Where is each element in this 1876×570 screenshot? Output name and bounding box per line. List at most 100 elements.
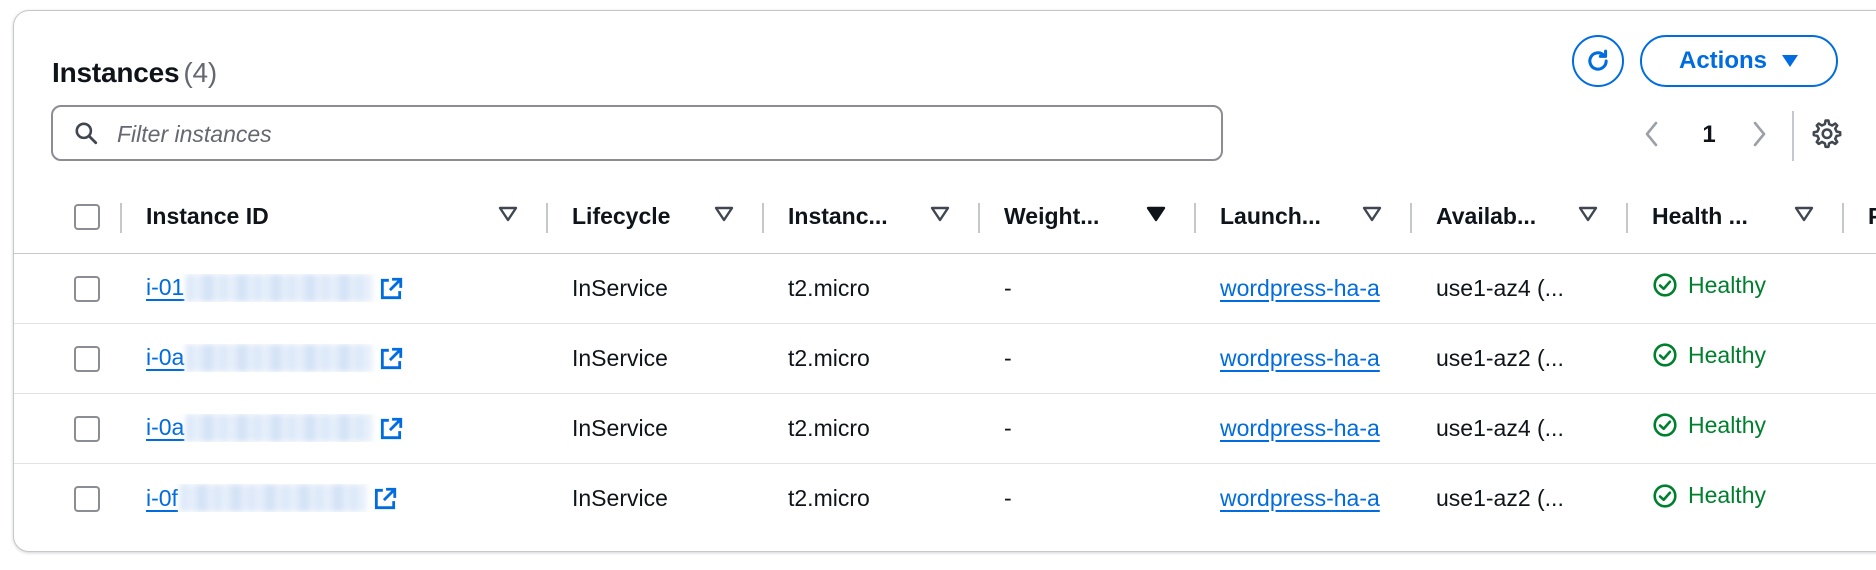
- availability-cell: use1-az2 (...: [1412, 323, 1628, 394]
- redacted-id: [186, 343, 373, 372]
- panel-title: Instances (4): [52, 57, 217, 89]
- instance-id-link[interactable]: i-0a: [146, 343, 376, 372]
- pager-divider: [1792, 111, 1794, 161]
- horizontal-scrollbar[interactable]: [38, 551, 1678, 552]
- instances-panel: Instances(4) Actions 1: [13, 10, 1876, 552]
- lifecycle-cell: InService: [548, 393, 764, 464]
- table-header-row: Instance ID Lifecycle Instanc... Weight.…: [14, 181, 1876, 254]
- search-icon: [75, 122, 98, 145]
- availability-cell: use1-az2 (...: [1436, 484, 1564, 511]
- health-status: Healthy: [1652, 342, 1766, 369]
- launch-template-link[interactable]: wordpress-ha-a: [1220, 345, 1380, 371]
- health-cell: Healthy: [1628, 463, 1844, 533]
- external-link-icon[interactable]: [378, 416, 404, 442]
- external-link-icon[interactable]: [378, 276, 404, 302]
- health-text: Healthy: [1688, 271, 1766, 298]
- check-circle-icon: [1653, 483, 1677, 508]
- check-circle-icon: [1653, 413, 1677, 437]
- actions-label: Actions: [1678, 47, 1767, 74]
- column-header-truncated[interactable]: P: [1844, 181, 1876, 254]
- row-checkbox[interactable]: [74, 345, 100, 372]
- external-link-icon[interactable]: [378, 346, 404, 372]
- sort-triangle-icon[interactable]: [498, 205, 518, 223]
- chevron-left-icon[interactable]: [1639, 119, 1665, 149]
- lifecycle-cell: InService: [548, 253, 764, 324]
- empty-cell: [1844, 253, 1876, 324]
- instance-count: (4): [183, 57, 217, 88]
- redacted-id: [186, 413, 373, 442]
- chevron-right-icon[interactable]: [1746, 119, 1772, 149]
- page-number[interactable]: 1: [1694, 121, 1724, 149]
- launch-template-link[interactable]: wordpress-ha-a: [1220, 415, 1380, 441]
- table-row[interactable]: i-01 InService t2.micro - wordpress-ha-a…: [14, 253, 1876, 324]
- instance-id-cell: i-0f: [122, 463, 548, 533]
- row-checkbox[interactable]: [74, 275, 100, 302]
- sort-triangle-icon[interactable]: [1794, 205, 1814, 223]
- instance-id-link[interactable]: i-0a: [146, 413, 376, 442]
- weight-cell: -: [980, 393, 1196, 464]
- empty-cell: [1844, 463, 1876, 533]
- column-header-instance-type[interactable]: Instanc...: [764, 181, 980, 254]
- launch-template-link[interactable]: wordpress-ha-a: [1220, 485, 1380, 511]
- refresh-icon: [1588, 49, 1608, 71]
- health-text: Healthy: [1688, 411, 1766, 438]
- instance-id-cell: i-0a: [122, 393, 548, 464]
- redacted-id: [186, 273, 373, 302]
- empty-cell: [1844, 323, 1876, 394]
- column-label: Launch...: [1220, 203, 1321, 230]
- sort-triangle-icon[interactable]: [1362, 205, 1382, 223]
- instance-id-text: i-0a: [146, 344, 185, 371]
- launch-cell: wordpress-ha-a: [1196, 253, 1412, 324]
- sort-triangle-icon[interactable]: [1578, 205, 1598, 223]
- sort-triangle-icon[interactable]: [930, 205, 950, 223]
- gear-icon[interactable]: [1810, 117, 1844, 151]
- weight-cell: -: [1004, 484, 1012, 511]
- health-cell: Healthy: [1628, 323, 1844, 394]
- table-row[interactable]: i-0a InService t2.micro - wordpress-ha-a…: [14, 393, 1876, 464]
- launch-template-link[interactable]: wordpress-ha-a: [1220, 275, 1380, 301]
- launch-cell: wordpress-ha-a: [1196, 393, 1412, 464]
- column-label: Instanc...: [788, 203, 888, 230]
- weight-cell: -: [980, 323, 1196, 394]
- sort-triangle-filled-icon[interactable]: [1146, 205, 1166, 223]
- instance-id-text: i-0a: [146, 414, 185, 441]
- row-checkbox[interactable]: [74, 415, 100, 442]
- health-status: Healthy: [1652, 272, 1766, 299]
- column-label: Weight...: [1004, 203, 1100, 230]
- check-circle-icon: [1653, 343, 1677, 367]
- instance-type-cell: t2.micro: [788, 484, 870, 511]
- column-header-availability[interactable]: Availab...: [1412, 181, 1628, 254]
- table-row[interactable]: i-0f InService t2.micro - wordpress-ha-a…: [14, 463, 1876, 533]
- instance-id-text: i-0f: [146, 484, 178, 511]
- external-link-icon[interactable]: [372, 486, 398, 512]
- column-header-launch[interactable]: Launch...: [1196, 181, 1412, 254]
- empty-cell: [1844, 393, 1876, 464]
- search-box[interactable]: [51, 105, 1223, 161]
- row-checkbox[interactable]: [74, 486, 100, 513]
- instance-id-link[interactable]: i-01: [146, 273, 376, 302]
- row-select-cell: [14, 253, 122, 324]
- column-header-instance-id[interactable]: Instance ID: [122, 181, 548, 254]
- table-row[interactable]: i-0a InService t2.micro - wordpress-ha-a…: [14, 323, 1876, 394]
- column-header-lifecycle[interactable]: Lifecycle: [548, 181, 764, 254]
- select-all-checkbox[interactable]: [74, 203, 100, 230]
- health-status: Healthy: [1652, 482, 1766, 509]
- column-header-weight[interactable]: Weight...: [980, 181, 1196, 254]
- refresh-button[interactable]: [1572, 35, 1624, 87]
- launch-cell: wordpress-ha-a: [1196, 463, 1412, 533]
- caret-down-icon: [1782, 55, 1798, 67]
- sort-triangle-icon[interactable]: [714, 205, 734, 223]
- search-input[interactable]: [115, 115, 1199, 153]
- instance-id-text: i-01: [146, 274, 185, 301]
- actions-button[interactable]: Actions: [1640, 35, 1838, 87]
- health-text: Healthy: [1688, 341, 1766, 368]
- column-label: P: [1868, 203, 1876, 230]
- availability-cell: use1-az4 (...: [1412, 253, 1628, 324]
- row-select-cell: [14, 463, 122, 533]
- column-label: Availab...: [1436, 203, 1537, 230]
- instance-id-cell: i-01: [122, 253, 548, 324]
- instance-id-link[interactable]: i-0f: [146, 484, 370, 513]
- health-cell: Healthy: [1628, 393, 1844, 464]
- column-header-health[interactable]: Health ...: [1628, 181, 1844, 254]
- row-select-cell: [14, 393, 122, 464]
